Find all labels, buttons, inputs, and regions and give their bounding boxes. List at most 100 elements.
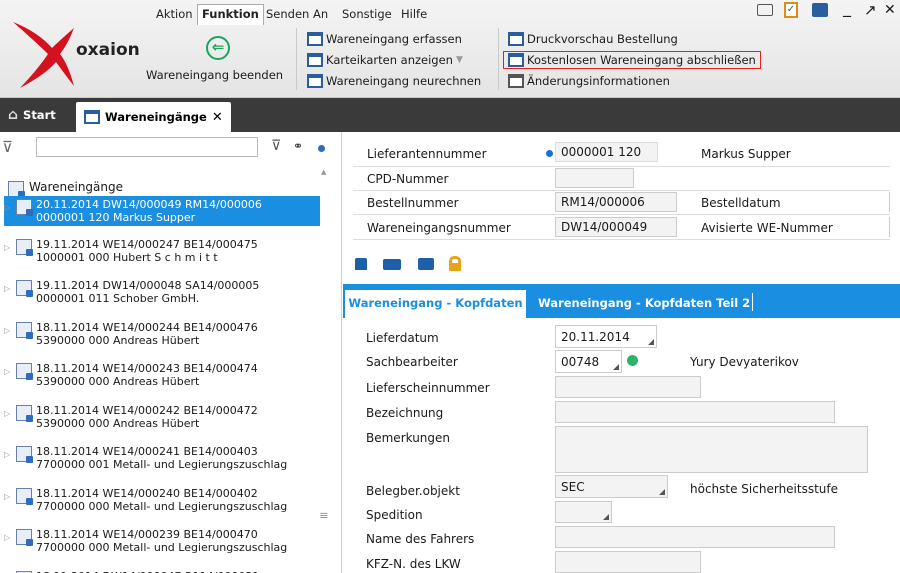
tree-item[interactable]: ▷ 18.11.2014 WE14/000242 BE14/000472 53900… [4,404,258,430]
cpd-number-field[interactable] [555,168,634,188]
tree-item[interactable]: ▷ 20.11.2014 DW14/000049 RM14/000006 00000… [4,196,320,226]
field-edge [889,192,890,212]
separator [498,28,499,90]
printer-icon[interactable] [812,3,828,17]
receipt-icon [16,404,33,422]
tree-item[interactable]: ▷ 18.11.2014 WE14/000239 BE14/000470 77000… [4,528,287,554]
oxaion-logo [13,22,74,88]
window-icon [84,110,100,124]
cards-show-button[interactable]: Karteikarten anzeigen ▼ [307,53,463,67]
order-number-label: Bestellnummer [367,196,459,210]
minimize-icon[interactable]: _ [843,0,851,17]
menu-funktion[interactable]: Funktion [197,4,264,25]
status-green-icon [627,355,638,366]
description-label: Bezeichnung [366,406,444,420]
menu-hilfe[interactable]: Hilfe [397,6,431,22]
receipt-capture-button[interactable]: Wareneingang erfassen [307,32,462,46]
expand-arrow-icon[interactable]: ▷ [4,407,12,430]
forwarder-field[interactable] [555,501,612,523]
filter-apply-icon[interactable]: ⊽ [271,138,281,154]
receipt-number-field[interactable]: DW14/000049 [555,217,677,237]
clerk-label: Sachbearbeiter [366,355,458,369]
receipt-number-label: Wareneingangsnummer [367,221,511,235]
truck-icon[interactable] [383,259,401,270]
scrollbar-grip-icon[interactable]: ≡ [319,508,329,522]
expand-arrow-icon[interactable]: ▷ [4,490,12,513]
clerk-field[interactable]: 00748 [555,350,622,373]
free-receipt-close-button[interactable]: Kostenlosen Wareneingang abschließen [503,51,761,69]
tree-root[interactable]: Wareneingänge [8,180,123,198]
supplier-number-field[interactable]: 0000001 120 [555,142,658,162]
filter-icon[interactable]: ⊽ [2,138,13,156]
end-receipt-button[interactable]: Wareneingang beenden [146,68,283,82]
expand-arrow-icon[interactable]: ▷ [4,201,12,224]
close-tab-icon[interactable]: ✕ [212,110,223,125]
tree-item[interactable]: ▷18.11.2014 DW14/000047 R114/00003110000… [4,570,259,573]
tab-kopfdaten-2[interactable]: Wareneingang - Kopfdaten Teil 2 [538,296,750,310]
expand-arrow-icon[interactable]: ▷ [4,241,12,264]
ribbon: oxaion Aktion Funktion Senden An Sonstig… [0,0,900,98]
delivery-note-field[interactable] [555,376,701,398]
restore-icon[interactable]: ↗ [864,1,877,19]
info-icon [546,150,553,157]
receipt-icon [16,321,33,339]
description-field[interactable] [555,401,835,423]
scroll-up-icon[interactable]: ▲ [321,168,326,176]
tree-item[interactable]: ▷ 18.11.2014 WE14/000240 BE14/000402 77000… [4,487,287,513]
delivery-date-label: Lieferdatum [366,331,439,345]
expand-arrow-icon[interactable]: ▷ [4,324,12,347]
doc-object-desc: höchste Sicherheitsstufe [690,482,839,496]
order-date-label: Bestelldatum [701,196,781,210]
menu-senden-an[interactable]: Senden An [262,6,332,22]
doc-object-field[interactable]: SEC [555,475,668,498]
receipt-recalc-button[interactable]: Wareneingang neurechnen [307,74,481,88]
tree-item-text: 19.11.2014 WE14/000247 BE14/000475 100000… [36,237,258,264]
truck-plate-field[interactable] [555,551,701,573]
window-icon [307,53,323,67]
mail-icon[interactable] [757,4,773,16]
print-icon[interactable] [418,258,434,270]
close-window-icon[interactable]: ✕ [884,2,896,18]
divider [353,190,890,191]
exit-icon[interactable]: ⇐ [206,36,230,60]
tasks-icon[interactable]: ✓ [784,2,798,18]
tab-kopfdaten[interactable]: Wareneingang - Kopfdaten [345,290,526,318]
tab-start[interactable]: ⌂ Start [8,98,56,132]
bag-icon[interactable] [355,258,367,270]
tree-item-text: 18.11.2014 WE14/000244 BE14/000476 539000… [36,320,258,347]
menu-aktion[interactable]: Aktion [152,6,197,22]
remarks-field[interactable] [555,426,868,473]
binoculars-icon[interactable]: ⚭ [293,139,303,153]
unlock-icon[interactable] [449,256,461,271]
search-input[interactable] [36,137,258,157]
receipt-icon [16,199,33,216]
tab-wareneingaenge[interactable]: Wareneingänge ✕ [76,102,231,132]
print-preview-order-button[interactable]: Druckvorschau Bestellung [508,32,678,46]
forwarder-label: Spedition [366,508,423,522]
tree-item[interactable]: ▷ 19.11.2014 WE14/000247 BE14/000475 10000… [4,238,258,264]
expand-arrow-icon[interactable]: ▷ [4,448,12,471]
window-icon [307,74,323,88]
driver-field[interactable] [555,526,835,548]
change-info-button[interactable]: Änderungsinformationen [508,74,670,88]
receipt-tree-panel: ⊽ ⊽ ⚭ ▲ ≡ Wareneingänge ▷ 20.11.2014 DW14… [0,132,342,573]
tree-item-text: 19.11.2014 DW14/000048 SA14/000005 000000… [36,279,260,305]
menu-sonstige[interactable]: Sonstige [338,6,396,22]
divider [353,239,890,240]
tree-item[interactable]: ▷ 18.11.2014 WE14/000243 BE14/000474 53900… [4,362,258,388]
delivery-date-field[interactable]: 20.11.2014 [555,325,657,348]
tab-bar: ⌂ Start Wareneingänge ✕ [0,98,900,132]
expand-arrow-icon[interactable]: ▷ [4,531,12,554]
receipt-icon [16,487,33,505]
order-number-field[interactable]: RM14/000006 [555,192,677,212]
truck-plate-label: KFZ-N. des LKW [366,557,461,571]
doc-object-label: Belegber.objekt [366,484,460,498]
expand-arrow-icon[interactable]: ▷ [4,282,12,305]
tree-item[interactable]: ▷ 18.11.2014 WE14/000241 BE14/000403 77000… [4,445,287,471]
receipt-icon [16,238,33,256]
tree-item[interactable]: ▷ 18.11.2014 WE14/000244 BE14/000476 53900… [4,321,258,347]
tree-item[interactable]: ▷ 19.11.2014 DW14/000048 SA14/000005 00000… [4,279,259,305]
expand-arrow-icon[interactable]: ▷ [4,365,12,388]
divider [353,166,890,167]
magnifier-window-icon [508,74,524,88]
